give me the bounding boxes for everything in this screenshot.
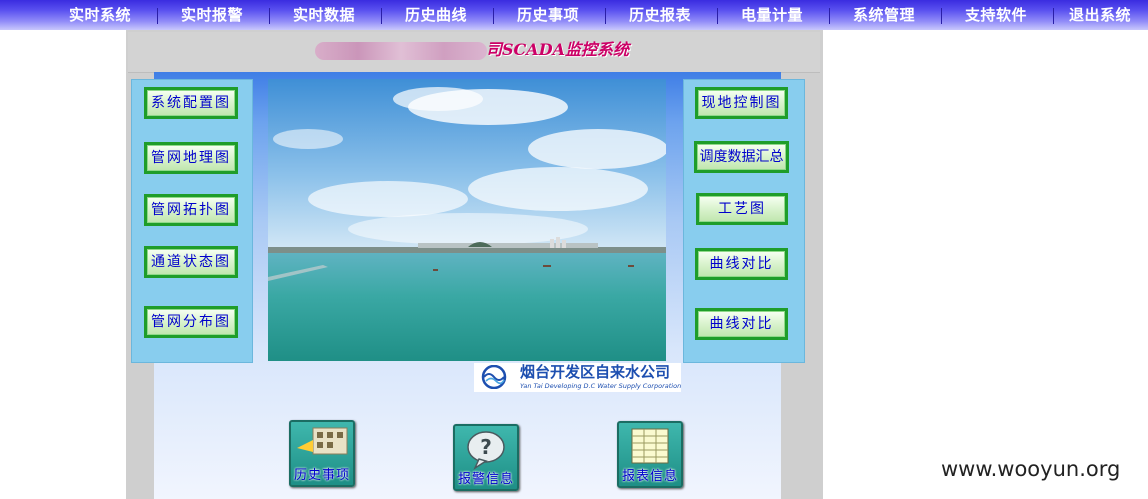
nav-energy-metering[interactable]: 电量计量 xyxy=(716,0,828,30)
nav-realtime-data[interactable]: 实时数据 xyxy=(268,0,380,30)
question-bubble-icon: ? xyxy=(467,431,505,470)
nav-realtime-system[interactable]: 实时系统 xyxy=(44,0,156,30)
nav-realtime-alarm[interactable]: 实时报警 xyxy=(156,0,268,30)
network-topology-diagram-button[interactable]: 管网拓扑图 xyxy=(144,194,238,226)
report-info-label: 报表信息 xyxy=(621,469,678,484)
logo-company-name-en: Yan Tai Developing D.C Water Supply Corp… xyxy=(520,382,682,390)
alarm-info-label: 报警信息 xyxy=(457,472,514,487)
nav-history-curve[interactable]: 历史曲线 xyxy=(380,0,492,30)
curve-compare-button-2[interactable]: 曲线对比 xyxy=(695,308,788,340)
harbor-landscape-image xyxy=(268,79,666,361)
page-title: 司SCADA监控系统 xyxy=(486,40,629,59)
logo-company-name-cn: 烟台开发区自来水公司 xyxy=(520,363,671,381)
nav-support-software[interactable]: 支持软件 xyxy=(940,0,1052,30)
top-navigation-bar: 实时系统 实时报警 实时数据 历史曲线 历史事项 历史报表 电量计量 系统管理 … xyxy=(0,0,1148,30)
history-events-label: 历史事项 xyxy=(293,468,350,483)
nav-system-management[interactable]: 系统管理 xyxy=(828,0,940,30)
local-control-diagram-button[interactable]: 现地控制图 xyxy=(695,87,788,119)
alarm-info-button[interactable]: ? 报警信息 xyxy=(453,424,519,491)
system-config-diagram-button[interactable]: 系统配置图 xyxy=(144,87,238,119)
water-wave-logo-icon xyxy=(481,365,507,389)
history-events-button[interactable]: 历史事项 xyxy=(289,420,355,487)
report-info-button[interactable]: 报表信息 xyxy=(617,421,683,488)
svg-text:?: ? xyxy=(480,435,492,459)
dispatch-data-summary-button[interactable]: 调度数据汇总 xyxy=(694,141,789,173)
spreadsheet-icon xyxy=(631,428,669,464)
redacted-company-name xyxy=(315,42,487,60)
company-logo: 烟台开发区自来水公司 Yan Tai Developing D.C Water … xyxy=(474,363,681,392)
building-icon xyxy=(297,427,348,455)
watermark-text: www.wooyun.org xyxy=(941,457,1121,481)
network-geography-map-button[interactable]: 管网地理图 xyxy=(144,142,238,174)
channel-status-diagram-button[interactable]: 通道状态图 xyxy=(144,246,238,278)
nav-exit-system[interactable]: 退出系统 xyxy=(1052,0,1148,30)
nav-history-report[interactable]: 历史报表 xyxy=(604,0,716,30)
process-diagram-button[interactable]: 工艺图 xyxy=(696,193,788,225)
nav-history-events[interactable]: 历史事项 xyxy=(492,0,604,30)
network-distribution-map-button[interactable]: 管网分布图 xyxy=(144,306,238,338)
curve-compare-button[interactable]: 曲线对比 xyxy=(695,248,788,280)
